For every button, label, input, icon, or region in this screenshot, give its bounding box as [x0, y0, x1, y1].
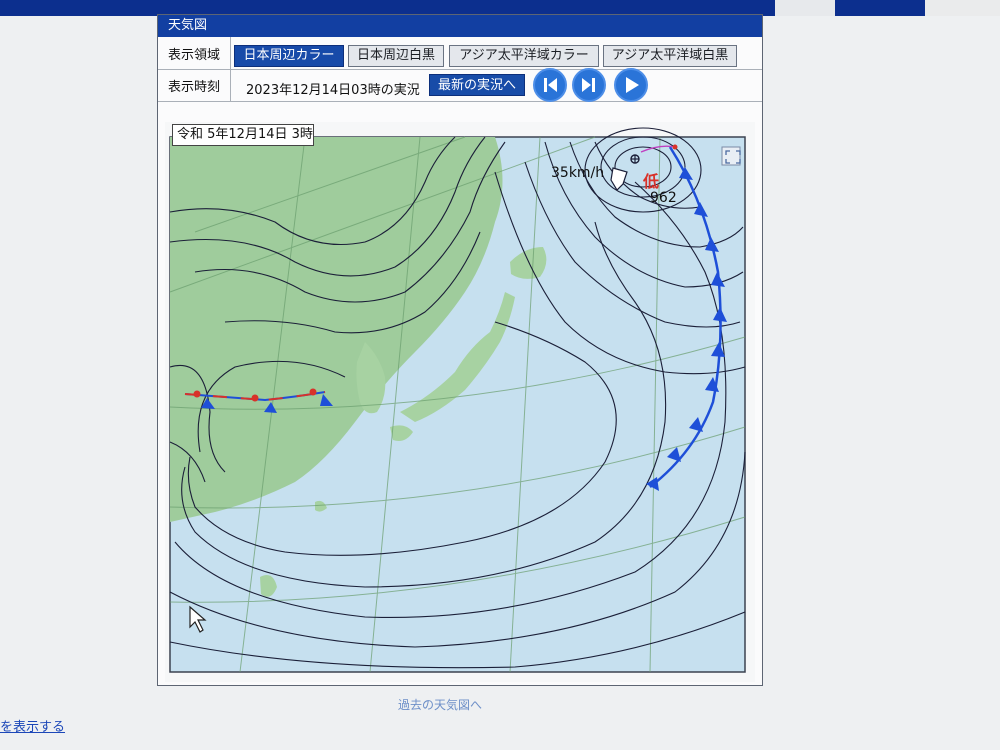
time-row: 表示時刻 2023年12月14日03時の実況 最新の実況へ	[158, 68, 762, 102]
first-button[interactable]	[533, 68, 567, 102]
low-label: 低	[642, 172, 659, 191]
area-label: 表示領域	[158, 37, 231, 69]
past-maps-link[interactable]: 過去の天気図へ	[398, 696, 482, 713]
time-text: 2023年12月14日03時の実況	[246, 83, 420, 98]
time-label: 表示時刻	[158, 70, 231, 101]
top-bar-right	[925, 0, 1000, 16]
latest-button[interactable]: 最新の実況へ	[429, 74, 525, 96]
play-button[interactable]	[614, 68, 648, 102]
low-speed: 35km/h	[551, 165, 604, 181]
skip-last-icon	[582, 78, 595, 92]
map-date-label: 令和 5年12月14日 3時	[172, 124, 314, 146]
top-bar-gap	[775, 0, 835, 16]
area-row: 表示領域 日本周辺カラー 日本周辺白黒 アジア太平洋域カラー アジア太平洋域白黒	[158, 37, 762, 70]
area-button-japan-color[interactable]: 日本周辺カラー	[234, 45, 344, 67]
area-button-asia-mono[interactable]: アジア太平洋域白黒	[603, 45, 737, 67]
play-icon	[626, 77, 639, 93]
skip-first-icon	[544, 78, 557, 92]
weather-map-svg: 35km/h 低 962	[165, 122, 755, 682]
weather-map: 35km/h 低 962	[165, 122, 755, 682]
low-pressure-value: 962	[650, 190, 677, 206]
area-button-asia-color[interactable]: アジア太平洋域カラー	[449, 45, 599, 67]
panel-title: 天気図	[158, 15, 762, 37]
zoom-icon[interactable]	[721, 146, 741, 166]
map-area: 35km/h 低 962	[169, 127, 746, 673]
last-button[interactable]	[572, 68, 606, 102]
area-button-japan-mono[interactable]: 日本周辺白黒	[348, 45, 444, 67]
show-link[interactable]: を表示する	[0, 716, 65, 735]
